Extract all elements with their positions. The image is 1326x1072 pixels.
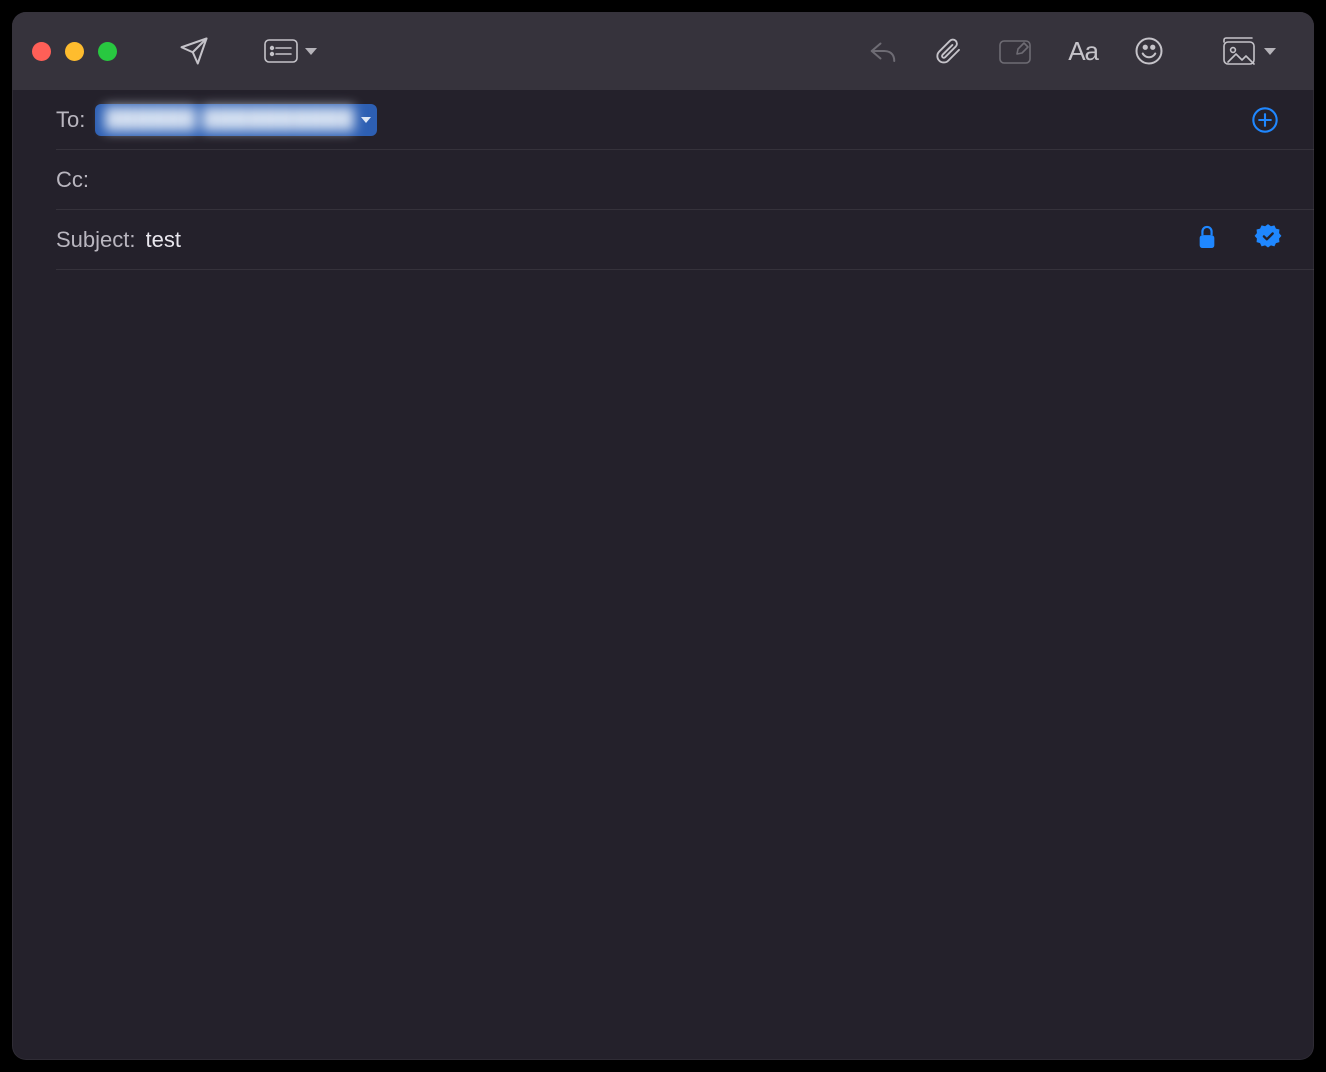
recipient-name: ██████ ██████████ <box>105 108 354 131</box>
send-button[interactable] <box>165 29 223 73</box>
list-icon <box>263 37 299 65</box>
cc-label: Cc: <box>56 167 89 193</box>
add-recipient-button[interactable] <box>1248 103 1282 137</box>
encrypt-button[interactable] <box>1196 224 1218 255</box>
window-controls <box>32 42 117 61</box>
format-text-icon: Aa <box>1068 36 1098 67</box>
header-fields-button[interactable] <box>249 29 331 73</box>
attach-button[interactable] <box>920 29 976 73</box>
chevron-down-icon[interactable] <box>361 117 371 123</box>
zoom-window-button[interactable] <box>98 42 117 61</box>
emoji-icon <box>1134 36 1164 66</box>
message-body[interactable] <box>12 270 1314 1060</box>
paperclip-icon <box>934 36 962 66</box>
markup-icon <box>998 37 1032 65</box>
send-icon <box>179 36 209 66</box>
minimize-window-button[interactable] <box>65 42 84 61</box>
recipient-chip[interactable]: ██████ ██████████ <box>95 104 376 136</box>
subject-input[interactable] <box>146 227 1187 253</box>
titlebar: Aa <box>12 12 1314 90</box>
photo-browser-button[interactable] <box>1204 29 1290 73</box>
to-label: To: <box>56 107 85 133</box>
close-window-button[interactable] <box>32 42 51 61</box>
cc-row[interactable]: Cc: <box>56 150 1314 210</box>
markup-button[interactable] <box>984 29 1046 73</box>
to-field[interactable]: ██████ ██████████ <box>95 104 1238 136</box>
photo-icon <box>1218 36 1258 66</box>
reply-icon <box>868 38 898 64</box>
emoji-button[interactable] <box>1120 29 1178 73</box>
chevron-down-icon <box>305 48 317 55</box>
header-fields: To: ██████ ██████████ Cc: Subject: <box>12 90 1314 270</box>
sign-button[interactable] <box>1254 223 1282 256</box>
chevron-down-icon <box>1264 48 1276 55</box>
to-row[interactable]: To: ██████ ██████████ <box>56 90 1314 150</box>
subject-row[interactable]: Subject: <box>56 210 1314 270</box>
reply-button[interactable] <box>854 29 912 73</box>
subject-label: Subject: <box>56 227 136 253</box>
format-button[interactable]: Aa <box>1054 29 1112 73</box>
security-icons <box>1196 223 1282 256</box>
compose-window: Aa To: ██████ ██████████ <box>12 12 1314 1060</box>
